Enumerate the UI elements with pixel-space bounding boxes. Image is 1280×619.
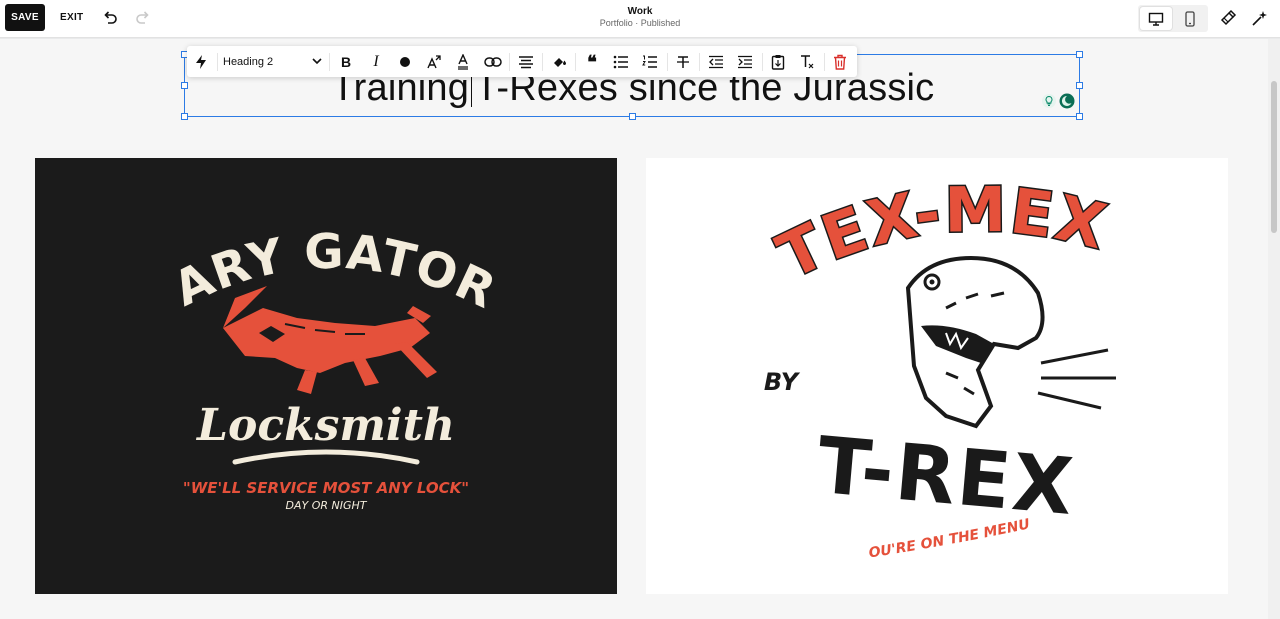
align-center-icon[interactable] <box>515 51 537 73</box>
paint-brush-icon[interactable] <box>1217 7 1239 29</box>
page-title-block: Work Portfolio · Published <box>540 6 740 28</box>
ai-assist-badge[interactable] <box>1040 92 1076 110</box>
text-style-value: Heading 2 <box>223 56 274 68</box>
gary-gators-small: DAY OR NIGHT <box>286 499 368 512</box>
resize-handle-right[interactable] <box>1076 82 1083 89</box>
trex-illustration <box>905 255 1116 429</box>
text-size-icon[interactable] <box>423 51 445 73</box>
toolbar-divider <box>575 53 576 71</box>
sparkle-icon[interactable] <box>1249 7 1271 29</box>
bulleted-list-icon[interactable] <box>610 51 632 73</box>
resize-handle-bottom[interactable] <box>629 113 636 120</box>
resize-handle-bottom-right[interactable] <box>1076 113 1083 120</box>
mobile-icon[interactable] <box>1174 7 1206 30</box>
toolbar-divider <box>762 53 763 71</box>
locksmith-underline <box>232 449 420 465</box>
page-title: Work <box>627 6 653 17</box>
indent-icon[interactable] <box>734 51 756 73</box>
portfolio-image-tex-mex[interactable]: TEX-MEX BY T-REX "YOU'RE ON THE MENU!" <box>646 158 1228 594</box>
text-style-select[interactable]: Heading 2 <box>223 51 323 73</box>
locksmith-text: Locksmith <box>195 400 455 451</box>
highlight-icon[interactable] <box>548 51 570 73</box>
numbered-list-icon[interactable] <box>639 51 661 73</box>
undo-icon[interactable] <box>99 7 121 29</box>
canvas-scrollbar[interactable] <box>1268 39 1280 619</box>
resize-handle-left[interactable] <box>181 82 188 89</box>
toolbar-divider <box>824 53 825 71</box>
link-icon[interactable] <box>482 51 504 73</box>
toolbar-divider <box>667 53 668 71</box>
color-dot-icon[interactable] <box>394 51 416 73</box>
chevron-down-icon <box>311 55 323 70</box>
toolbar-divider <box>217 53 218 71</box>
clear-format-icon[interactable] <box>796 51 818 73</box>
bold-icon[interactable]: B <box>335 51 357 73</box>
toolbar-divider <box>699 53 700 71</box>
toolbar-divider <box>329 53 330 71</box>
alligator-illustration <box>223 286 437 394</box>
desktop-icon[interactable] <box>1140 7 1172 30</box>
text-format-toolbar: Heading 2 B I ❝ <box>187 46 857 77</box>
toolbar-divider <box>542 53 543 71</box>
device-toggle <box>1138 5 1208 32</box>
exit-button[interactable]: EXIT <box>54 4 89 31</box>
editor-topbar: SAVE EXIT Work Portfolio · Published <box>0 0 1280 38</box>
text-color-icon[interactable] <box>452 51 474 73</box>
lightning-icon[interactable] <box>190 51 212 73</box>
scrollbar-thumb[interactable] <box>1271 81 1277 233</box>
outdent-icon[interactable] <box>705 51 727 73</box>
trash-icon[interactable] <box>829 51 851 73</box>
trex-name: T-REX <box>814 421 1078 533</box>
italic-icon[interactable]: I <box>365 51 387 73</box>
page-status: Portfolio · Published <box>599 18 681 28</box>
portfolio-image-gary-gators[interactable]: GARY GATORS Locksmith "WE'LL SERVICE MOS… <box>35 158 617 594</box>
gary-gators-title: GARY GATORS <box>35 158 505 320</box>
save-button[interactable]: SAVE <box>5 4 45 31</box>
resize-handle-bottom-left[interactable] <box>181 113 188 120</box>
redo-icon[interactable] <box>132 7 154 29</box>
gary-gators-tagline: "WE'LL SERVICE MOST ANY LOCK" <box>183 479 469 497</box>
resize-handle-top-right[interactable] <box>1076 51 1083 58</box>
tex-mex-by: BY <box>764 368 801 396</box>
paste-icon[interactable] <box>767 51 789 73</box>
quote-icon[interactable]: ❝ <box>581 51 603 73</box>
strikethrough-icon[interactable] <box>672 51 694 73</box>
toolbar-divider <box>509 53 510 71</box>
